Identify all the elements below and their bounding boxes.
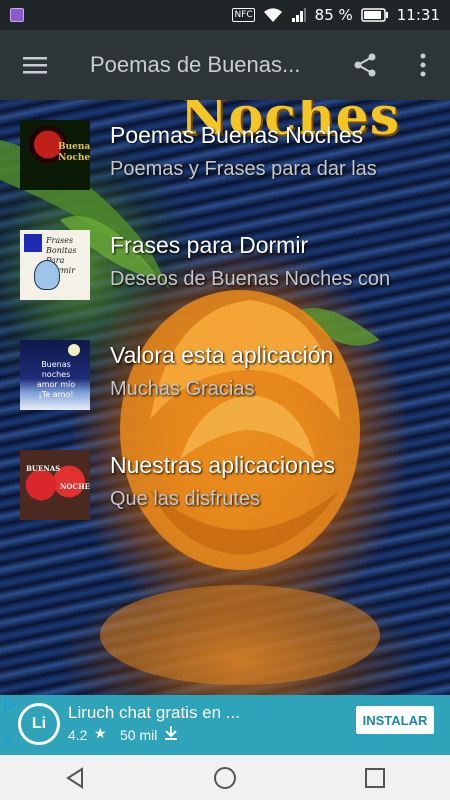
ad-rating: 4.2	[68, 727, 88, 743]
item-subtitle: Muchas Gracias	[110, 378, 255, 400]
ad-close-icon[interactable]: ✕	[2, 735, 16, 749]
item-subtitle: Poemas y Frases para dar las	[110, 158, 377, 180]
thumbnail-text: BuenasNoches	[58, 142, 90, 163]
share-icon[interactable]	[350, 50, 380, 80]
item-title: Poemas Buenas Noches	[110, 122, 364, 148]
hearts-thumbnail: BUENAS NOCHES	[20, 450, 90, 520]
item-subtitle: Que las disfrutes	[110, 488, 261, 510]
item-title: Frases para Dormir	[110, 232, 309, 258]
app-bar: Poemas de Buenas...	[0, 30, 450, 100]
star-icon: ★	[94, 726, 107, 742]
wifi-icon	[263, 7, 283, 23]
ad-app-logo: Li	[18, 703, 60, 745]
home-icon[interactable]	[195, 755, 255, 800]
back-icon[interactable]	[45, 755, 105, 800]
ad-logo-letter: Li	[31, 715, 47, 732]
gallery-icon	[10, 8, 24, 22]
ad-banner[interactable]: ✕ Li Liruch chat gratis en ... 4.2 ★ 50 …	[0, 695, 450, 755]
recents-icon[interactable]	[345, 755, 405, 800]
menu-list: BuenasNoches Poemas Buenas Noches Poemas…	[0, 110, 450, 550]
clock: 11:31	[396, 6, 440, 24]
status-bar: NFC 85 % 11:31	[0, 0, 450, 30]
install-button[interactable]: INSTALAR	[356, 706, 434, 734]
thumbnail-text: NOCHES	[60, 482, 90, 491]
item-title: Nuestras aplicaciones	[110, 452, 336, 478]
thumbnail-text: BUENAS	[26, 464, 61, 473]
ad-downloads: 50 mil	[120, 727, 158, 743]
ad-title: Liruch chat gratis en ...	[68, 703, 240, 722]
child-sleeping-thumbnail: Frases Bonitas Para Dormir	[20, 230, 90, 300]
nfc-icon: NFC	[232, 8, 255, 22]
status-icons: NFC 85 % 11:31	[232, 6, 440, 24]
navigation-bar	[0, 755, 450, 800]
list-item-valora[interactable]: Buenas noches amor mío ¡Te amo! Valora est…	[0, 330, 450, 440]
item-subtitle: Deseos de Buenas Noches con	[110, 268, 391, 290]
list-item-poemas[interactable]: BuenasNoches Poemas Buenas Noches Poemas…	[0, 110, 450, 220]
download-icon	[164, 725, 178, 745]
battery-percent: 85 %	[314, 6, 353, 24]
ad-info-icon[interactable]	[2, 697, 16, 712]
signal-icon	[291, 7, 307, 23]
overflow-menu-icon[interactable]	[408, 50, 438, 80]
list-item-aplicaciones[interactable]: BUENAS NOCHES Nuestras aplicaciones Que …	[0, 440, 450, 550]
thumbnail-text: Buenas noches amor mío ¡Te amo!	[36, 360, 76, 399]
item-title: Valora esta aplicación	[110, 342, 334, 368]
menu-icon[interactable]	[0, 30, 70, 100]
rose-thumbnail: BuenasNoches	[20, 120, 90, 190]
list-item-frases[interactable]: Frases Bonitas Para Dormir Frases para Dorm…	[0, 220, 450, 330]
night-sky-thumbnail: Buenas noches amor mío ¡Te amo!	[20, 340, 90, 410]
app-title: Poemas de Buenas...	[90, 52, 301, 77]
battery-icon	[361, 8, 389, 22]
